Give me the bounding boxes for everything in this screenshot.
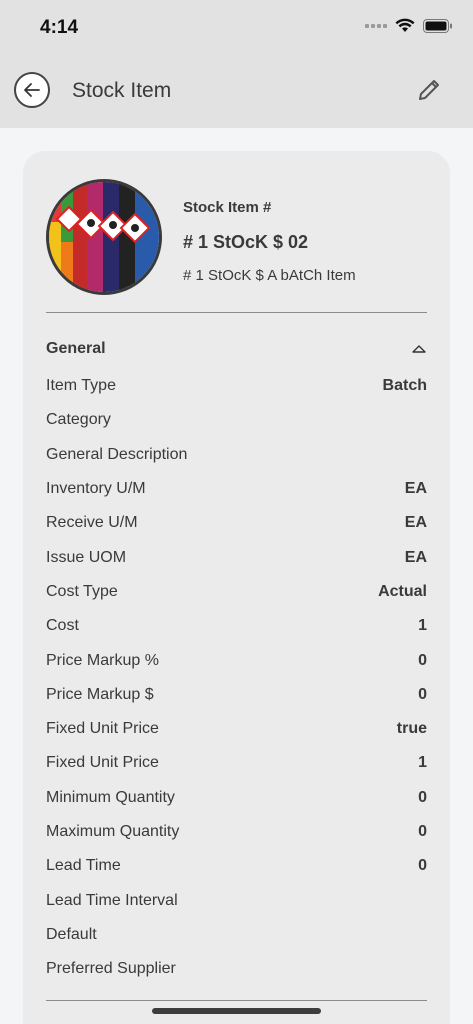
field-value: Actual	[378, 582, 427, 600]
field-label: Maximum Quantity	[46, 823, 180, 840]
field-label: Lead Time Interval	[46, 891, 178, 909]
header-divider	[46, 312, 427, 313]
field-value: 1	[418, 617, 427, 635]
field-label: Price Markup $	[46, 685, 154, 703]
field-value: EA	[404, 480, 427, 498]
field-value: Batch	[382, 377, 427, 395]
bottom-divider	[46, 1000, 427, 1001]
item-number: # 1 StOcK $ 02	[183, 232, 309, 252]
field-label: Cost	[46, 617, 79, 635]
status-time: 4:14	[40, 17, 79, 38]
field-label: Lead Time	[46, 857, 121, 875]
field-row: Price Markup $ 0	[46, 678, 427, 712]
field-label: Item Type	[46, 377, 116, 395]
general-section-title: General	[46, 340, 106, 357]
field-row: Minimum Quantity 0	[46, 781, 427, 815]
field-label: Preferred Supplier	[46, 960, 176, 978]
field-row: General Description	[46, 438, 427, 472]
field-row: Issue UOM EA	[46, 540, 427, 574]
field-label: Default	[46, 925, 97, 943]
field-value: true	[396, 720, 427, 738]
back-arrow-icon	[24, 83, 40, 97]
field-row: Fixed Unit Price true	[46, 712, 427, 746]
wifi-icon	[395, 18, 415, 32]
status-bar: 4:14	[0, 0, 473, 56]
field-value: 0	[418, 685, 427, 703]
field-label: Cost Type	[46, 582, 118, 600]
item-description: # 1 StOcK $ A bAtCh Item	[183, 267, 356, 284]
general-section-header[interactable]: General	[46, 337, 427, 361]
field-value: 0	[418, 823, 427, 840]
field-row: Fixed Unit Price 1	[46, 746, 427, 780]
field-label: Inventory U/M	[46, 480, 146, 498]
field-row: Lead Time Interval	[46, 883, 427, 917]
field-label: General Description	[46, 445, 188, 463]
item-image	[46, 179, 162, 295]
home-indicator[interactable]	[152, 1008, 321, 1014]
field-label: Fixed Unit Price	[46, 754, 159, 772]
field-row: Receive U/M EA	[46, 506, 427, 540]
field-row: Preferred Supplier	[46, 952, 427, 986]
pencil-icon	[419, 80, 439, 100]
field-value: 0	[418, 788, 427, 806]
field-label: Minimum Quantity	[46, 788, 175, 806]
field-label: Price Markup %	[46, 651, 159, 669]
stock-item-card: Stock Item # # 1 StOcK $ 02 # 1 StOcK $ …	[23, 151, 450, 1024]
back-button[interactable]	[14, 72, 50, 108]
signal-icon	[365, 23, 387, 28]
field-row: Inventory U/M EA	[46, 472, 427, 506]
edit-button[interactable]	[415, 76, 443, 104]
app-bar: Stock Item	[0, 56, 473, 128]
page-title: Stock Item	[72, 79, 172, 102]
field-value: EA	[404, 514, 427, 532]
field-value: EA	[404, 548, 427, 566]
field-label: Fixed Unit Price	[46, 720, 159, 738]
chevron-up-icon[interactable]	[411, 341, 427, 357]
field-value: 0	[418, 857, 427, 875]
field-row: Category	[46, 403, 427, 437]
field-label: Issue UOM	[46, 548, 127, 566]
general-field-list: Item Type Batch Category General Descriptio…	[46, 369, 427, 986]
field-label: Receive U/M	[46, 514, 138, 532]
field-value: 0	[418, 651, 427, 669]
field-row: Maximum Quantity 0	[46, 815, 427, 849]
field-value: 1	[418, 754, 427, 772]
item-header: Stock Item # # 1 StOcK $ 02 # 1 StOcK $ …	[183, 199, 356, 284]
field-label: Category	[46, 411, 111, 429]
field-row: Lead Time 0	[46, 849, 427, 883]
battery-icon	[423, 18, 452, 33]
field-row: Cost Type Actual	[46, 575, 427, 609]
field-row: Price Markup % 0	[46, 643, 427, 677]
field-row: Default	[46, 918, 427, 952]
status-icons	[365, 18, 453, 33]
field-row: Item Type Batch	[46, 369, 427, 403]
item-label: Stock Item #	[183, 199, 272, 216]
field-row: Cost 1	[46, 609, 427, 643]
